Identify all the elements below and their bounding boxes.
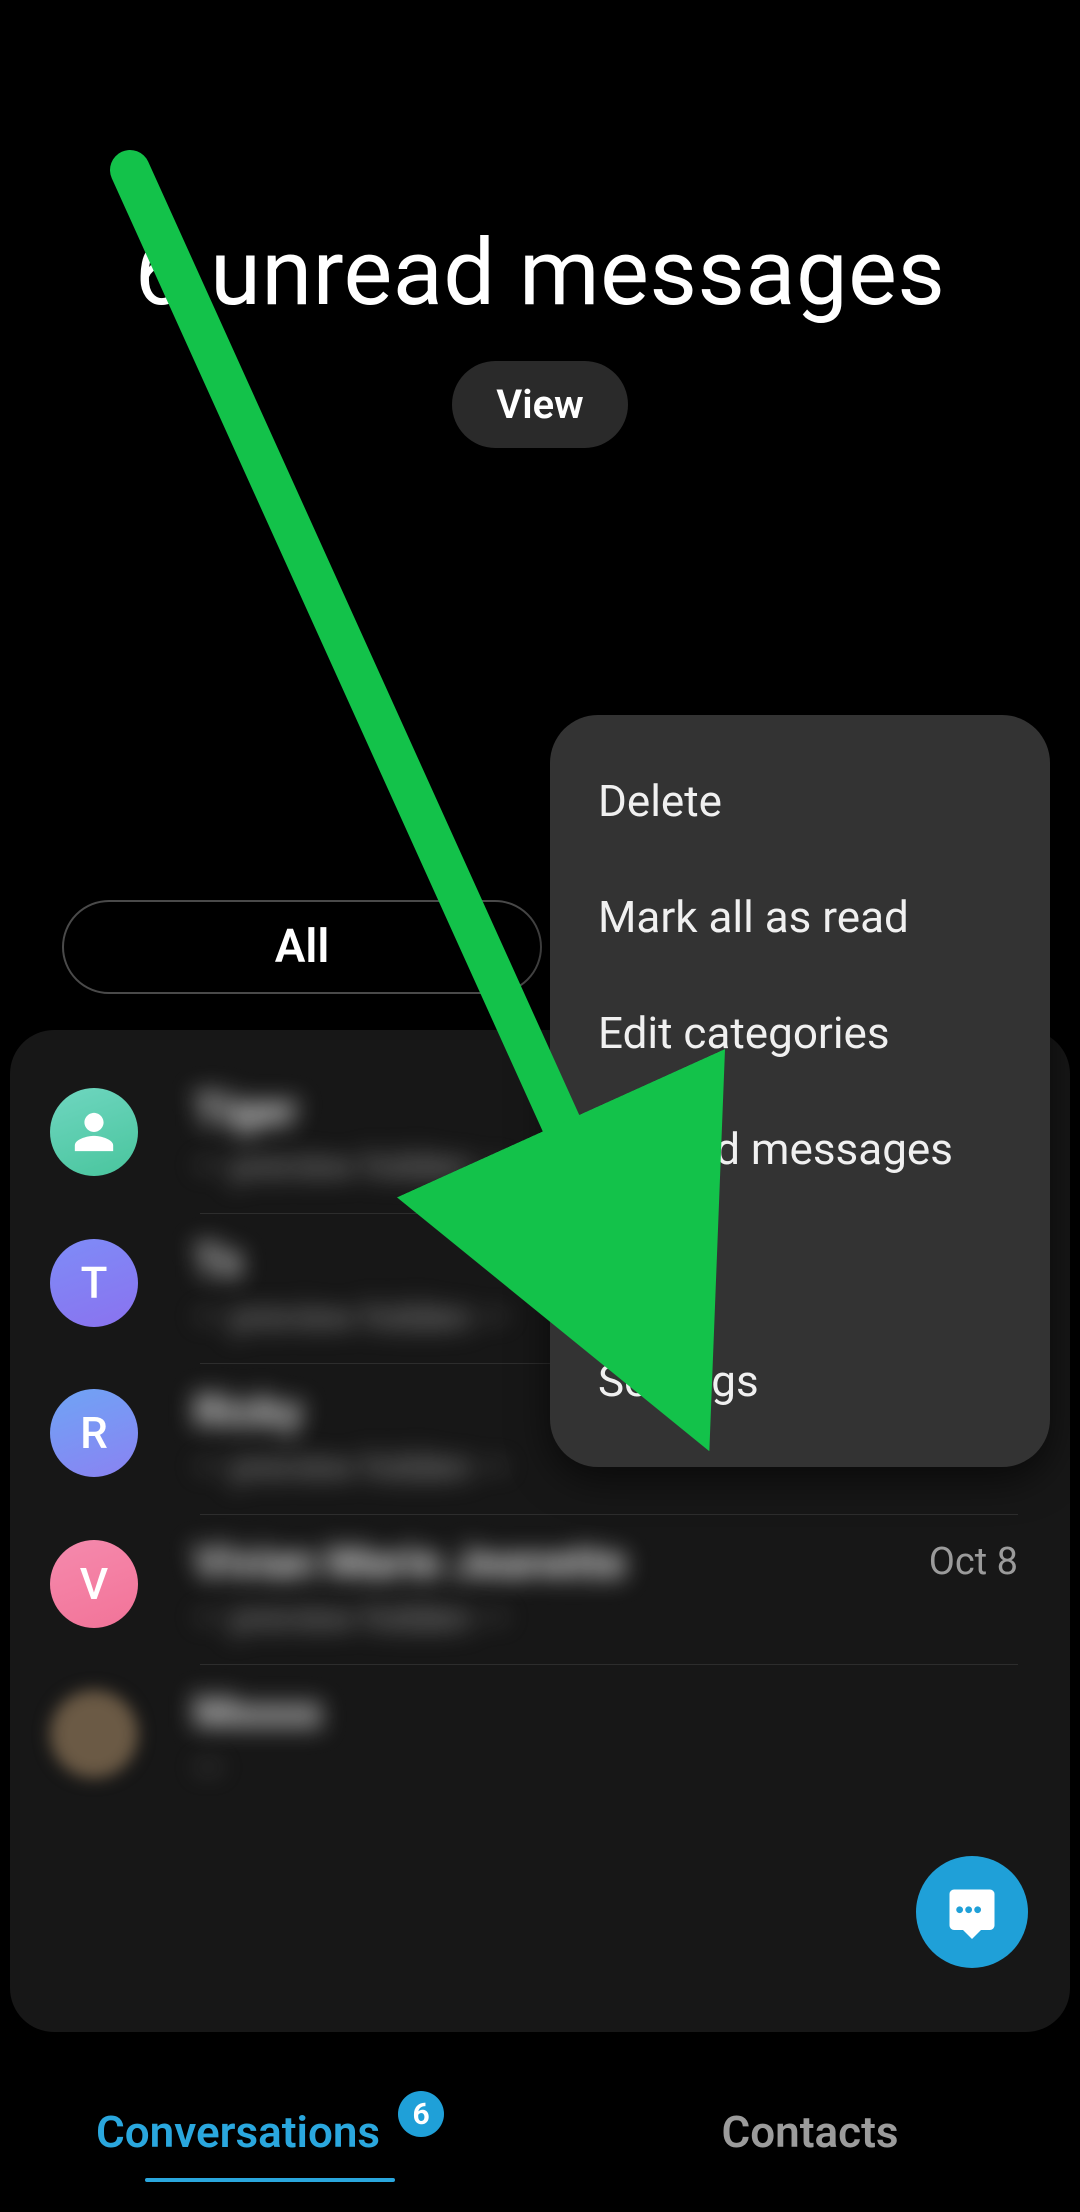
conversation-name: Mxxxx — [194, 1686, 1018, 1738]
list-item[interactable]: Mxxxx — — [10, 1664, 1070, 1815]
menu-edit-categories[interactable]: Edit categories — [550, 975, 1050, 1091]
page-title: 6 unread messages — [0, 220, 1080, 327]
avatar — [50, 1088, 138, 1176]
menu-settings[interactable]: Settings — [550, 1323, 1050, 1439]
menu-mark-all-read[interactable]: Mark all as read — [550, 859, 1050, 975]
menu-delete[interactable]: Delete — [550, 743, 1050, 859]
filter-all-pill[interactable]: All — [62, 900, 542, 994]
avatar — [50, 1690, 138, 1778]
conversation-date: Oct 8 — [929, 1540, 1018, 1584]
compose-fab[interactable] — [916, 1856, 1028, 1968]
menu-starred-messages[interactable]: Starred messages — [550, 1091, 1050, 1207]
person-icon — [71, 1109, 117, 1155]
conversation-preview: — — [194, 1744, 914, 1793]
chat-icon — [945, 1885, 999, 1939]
tab-conversations-label: Conversations — [96, 2106, 380, 2158]
avatar: T — [50, 1239, 138, 1327]
bottom-nav: Conversations 6 Contacts — [0, 2052, 1080, 2212]
conversation-preview: — preview hidden — — [194, 1594, 914, 1643]
tab-contacts[interactable]: Contacts — [540, 2052, 1080, 2212]
list-item-body: Mxxxx — — [194, 1686, 1018, 1793]
avatar: V — [50, 1540, 138, 1628]
tab-contacts-label: Contacts — [721, 2106, 898, 2158]
unread-badge: 6 — [398, 2091, 444, 2137]
list-item[interactable]: V Vivian Marie Jeanette — preview hidden… — [10, 1514, 1070, 1665]
menu-trash[interactable]: Trash — [550, 1207, 1050, 1323]
conversation-name: Vivian Marie Jeanette — [194, 1536, 1018, 1588]
avatar: R — [50, 1389, 138, 1477]
list-item-body: Vivian Marie Jeanette — preview hidden — — [194, 1536, 1018, 1643]
header-area: 6 unread messages View — [0, 0, 1080, 448]
overflow-menu: Delete Mark all as read Edit categories … — [550, 715, 1050, 1467]
view-button[interactable]: View — [452, 361, 627, 448]
tab-conversations[interactable]: Conversations 6 — [0, 2052, 540, 2212]
